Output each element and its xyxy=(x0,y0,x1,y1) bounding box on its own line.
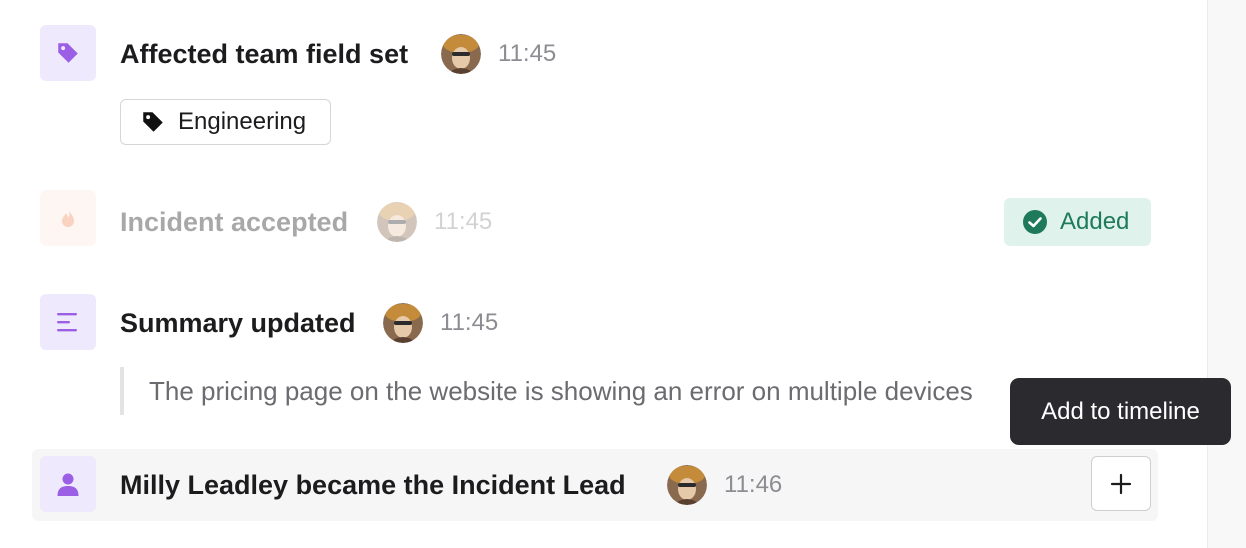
text-lines-icon xyxy=(57,313,77,332)
event-title: Milly Leadley became the Incident Lead xyxy=(120,470,626,500)
add-to-timeline-button[interactable] xyxy=(1091,456,1151,511)
tag-label: Engineering xyxy=(178,108,307,135)
tag-icon xyxy=(143,112,163,132)
badge-label: Added xyxy=(1060,208,1130,235)
user-icon xyxy=(57,473,79,496)
summary-quote: The pricing page on the website is showi… xyxy=(120,367,1000,415)
event-icon-tag xyxy=(40,25,96,81)
avatar xyxy=(441,34,481,74)
event-time: 11:45 xyxy=(440,309,499,336)
avatar xyxy=(377,202,417,242)
team-tag-engineering[interactable]: Engineering xyxy=(120,99,331,145)
right-side-panel xyxy=(1207,0,1246,548)
avatar xyxy=(383,303,423,343)
event-icon-flame xyxy=(40,190,96,246)
event-title: Incident accepted xyxy=(120,207,349,237)
flame-icon xyxy=(62,208,74,227)
event-icon-user xyxy=(40,456,96,512)
event-time: 11:46 xyxy=(724,471,783,498)
check-circle-icon xyxy=(1023,210,1047,234)
added-status-badge: Added xyxy=(1004,198,1151,246)
add-to-timeline-tooltip: Add to timeline xyxy=(1010,378,1231,445)
event-icon-text xyxy=(40,294,96,350)
event-time: 11:45 xyxy=(498,40,557,67)
event-title: Affected team field set xyxy=(120,39,409,69)
event-title: Summary updated xyxy=(120,308,356,338)
avatar xyxy=(667,465,707,505)
tag-icon xyxy=(58,43,78,63)
plus-icon xyxy=(1110,473,1132,494)
event-time: 11:45 xyxy=(434,208,493,235)
